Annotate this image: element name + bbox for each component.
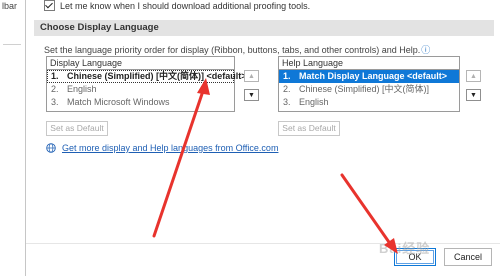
display-move-up-button[interactable]: ▲: [244, 70, 259, 82]
display-language-item-2[interactable]: 2. English: [47, 83, 234, 96]
proofing-tools-option[interactable]: Let me know when I should download addit…: [44, 0, 310, 11]
cancel-button[interactable]: Cancel: [444, 248, 492, 266]
sidebar-partial-text: lbar: [2, 1, 18, 11]
help-move-down-button[interactable]: ▼: [466, 89, 481, 101]
help-language-header: Help Language: [279, 57, 459, 70]
watermark: Bai经验: [379, 241, 431, 256]
display-language-list[interactable]: Display Language 1. Chinese (Simplified) …: [46, 56, 247, 112]
display-set-default-button[interactable]: Set as Default: [46, 121, 108, 136]
more-languages-link[interactable]: Get more display and Help languages from…: [46, 143, 278, 153]
proofing-tools-checkbox[interactable]: [44, 0, 55, 11]
description-text: Set the language priority order for disp…: [44, 45, 421, 55]
language-options-panel: Let me know when I should download addit…: [26, 0, 500, 276]
display-move-down-button[interactable]: ▼: [244, 89, 259, 101]
sidebar-divider: [3, 44, 21, 45]
display-language-header: Display Language: [47, 57, 234, 70]
section-description: Set the language priority order for disp…: [44, 43, 430, 56]
help-language-list[interactable]: Help Language 1. Match Display Language <…: [278, 56, 460, 112]
proofing-tools-label: Let me know when I should download addit…: [60, 0, 311, 11]
display-language-item-1[interactable]: 1. Chinese (Simplified) [中文(简体)] <default…: [47, 70, 247, 83]
help-set-default-button[interactable]: Set as Default: [278, 121, 340, 136]
help-move-up-button[interactable]: ▲: [466, 70, 481, 82]
help-language-item-3[interactable]: 3. English: [279, 96, 459, 109]
help-language-item-1[interactable]: 1. Match Display Language <default>: [279, 70, 459, 83]
help-language-item-2[interactable]: 2. Chinese (Simplified) [中文(简体)]: [279, 83, 459, 96]
info-icon[interactable]: ⓘ: [421, 45, 430, 55]
more-languages-link-text[interactable]: Get more display and Help languages from…: [62, 143, 278, 153]
section-title: Choose Display Language: [34, 20, 494, 36]
globe-icon: [46, 143, 56, 153]
display-language-item-3[interactable]: 3. Match Microsoft Windows: [47, 96, 234, 109]
left-sidebar-strip: lbar: [0, 0, 26, 276]
